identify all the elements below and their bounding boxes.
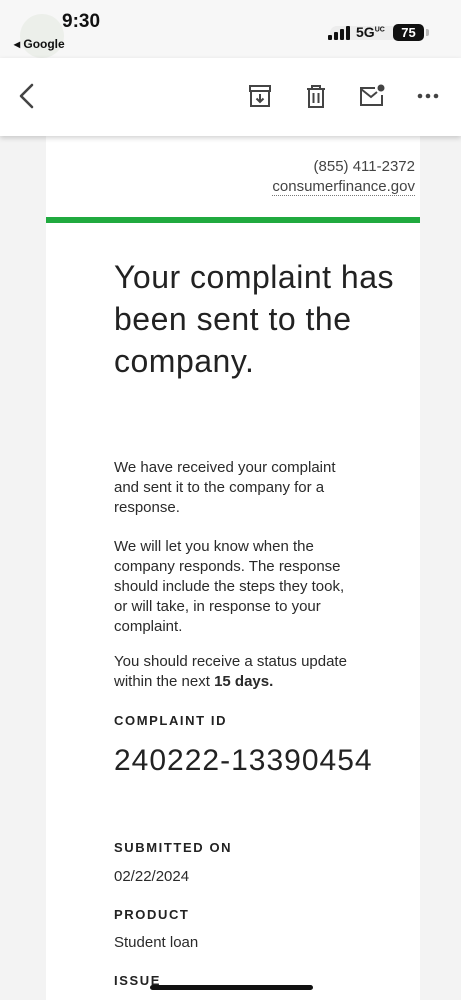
contact-phone[interactable]: (855) 411-2372 (314, 158, 415, 175)
product-label: PRODUCT (114, 907, 190, 922)
accent-divider (46, 217, 420, 223)
network-sup: UC (374, 26, 385, 34)
status-update-paragraph: You should receive a status update withi… (114, 652, 354, 692)
archive-icon[interactable] (244, 80, 276, 112)
battery-icon: 75 (393, 24, 424, 41)
mark-unread-icon[interactable] (356, 80, 388, 112)
received-paragraph: We have received your complaint and sent… (114, 459, 336, 516)
product-value: Student loan (114, 934, 199, 951)
back-arrow-icon[interactable] (12, 80, 44, 112)
trash-icon[interactable] (300, 80, 332, 112)
complaint-id-value: 240222-13390454 (114, 744, 373, 777)
confirmation-headline: Your complaint has been sent to the comp… (114, 259, 394, 379)
email-toolbar (0, 58, 461, 136)
status-bar: 9:30 ◂ Google 5GUC 75 (0, 0, 461, 58)
signal-icon (328, 26, 350, 40)
submitted-on-label: SUBMITTED ON (114, 840, 233, 855)
status-time: 9:30 (62, 11, 101, 32)
more-icon[interactable] (412, 80, 444, 112)
contact-website-link[interactable]: consumerfinance.gov (272, 178, 415, 196)
home-indicator[interactable] (150, 985, 313, 990)
response-paragraph: We will let you know when the company re… (114, 538, 345, 635)
battery-tip (426, 29, 429, 36)
back-to-app-link[interactable]: ◂ Google (14, 37, 65, 51)
status-update-days: 15 days. (214, 673, 274, 690)
network-indicator: 5GUC (356, 24, 385, 40)
submitted-on-value: 02/22/2024 (114, 868, 190, 885)
network-label: 5G (356, 24, 375, 40)
battery-level: 75 (401, 25, 416, 40)
complaint-id-label: COMPLAINT ID (114, 713, 228, 728)
ghost-avatar (20, 14, 64, 58)
